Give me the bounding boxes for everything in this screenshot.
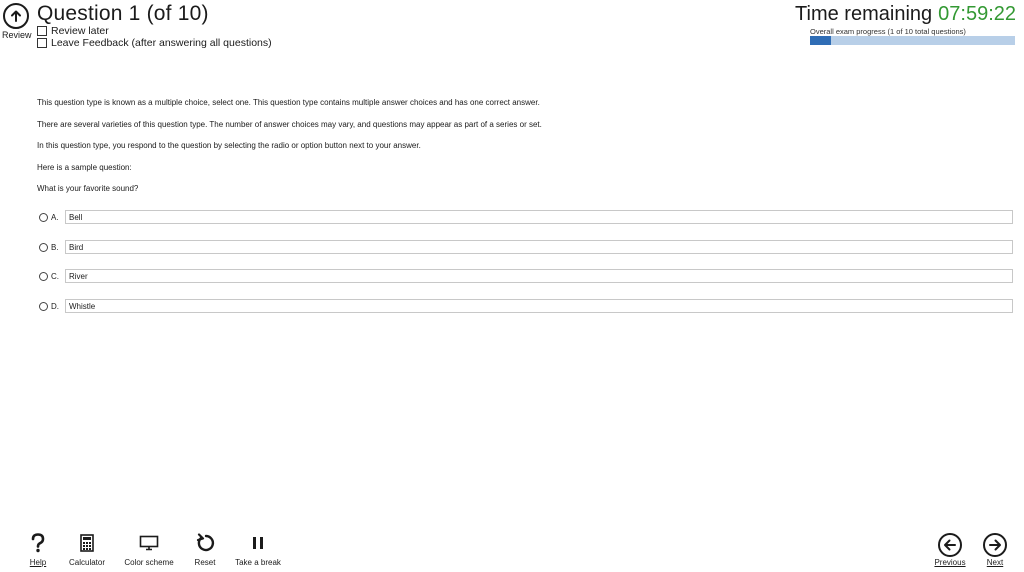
question-paragraph: In this question type, you respond to th… xyxy=(37,141,421,150)
answer-option-c[interactable]: C. River xyxy=(39,268,1013,284)
option-text[interactable]: Bird xyxy=(65,240,1013,254)
option-text[interactable]: Whistle xyxy=(65,299,1013,313)
question-paragraph: There are several varieties of this ques… xyxy=(37,119,542,129)
next-arrow-icon xyxy=(983,533,1007,557)
review-later-label: Review later xyxy=(51,25,109,37)
radio-button[interactable] xyxy=(39,242,48,252)
option-letter: A. xyxy=(51,212,59,222)
previous-label: Previous xyxy=(934,558,966,567)
previous-arrow-icon xyxy=(938,533,962,557)
question-paragraph: This question type is known as a multipl… xyxy=(37,98,540,107)
help-button[interactable]: Help xyxy=(24,532,52,567)
review-icon xyxy=(3,3,29,29)
question-title: Question 1 (of 10) xyxy=(37,2,209,25)
next-button[interactable]: Next xyxy=(980,532,1010,567)
next-label: Next xyxy=(986,558,1004,567)
option-letter: C. xyxy=(51,271,59,281)
take-a-break-label: Take a break xyxy=(235,558,281,567)
pause-icon xyxy=(232,532,284,554)
radio-button[interactable] xyxy=(39,212,48,222)
time-remaining: Time remaining 07:59:22 xyxy=(795,3,1016,26)
radio-button[interactable] xyxy=(39,301,48,311)
radio-button[interactable] xyxy=(39,271,48,281)
take-a-break-button[interactable]: Take a break xyxy=(232,532,284,567)
progress-fill xyxy=(810,36,831,45)
review-button[interactable]: Review xyxy=(2,3,32,40)
review-label: Review xyxy=(2,30,32,40)
reset-button[interactable]: Reset xyxy=(190,532,220,567)
reset-label: Reset xyxy=(194,558,216,567)
option-letter: D. xyxy=(51,301,59,311)
question-body: This question type is known as a multipl… xyxy=(37,98,1013,206)
review-later-checkbox[interactable]: Review later xyxy=(37,25,109,37)
leave-feedback-checkbox[interactable]: Leave Feedback (after answering all ques… xyxy=(37,37,272,49)
checkbox-box[interactable] xyxy=(37,38,47,48)
option-text[interactable]: Bell xyxy=(65,210,1013,224)
calculator-button[interactable]: Calculator xyxy=(66,532,108,567)
question-prompt: What is your favorite sound? xyxy=(37,184,139,193)
option-text[interactable]: River xyxy=(65,269,1013,283)
reset-icon xyxy=(190,532,220,554)
answer-option-d[interactable]: D. Whistle xyxy=(39,298,1013,314)
checkbox-box[interactable] xyxy=(37,26,47,36)
progress-bar xyxy=(810,36,1015,45)
progress-label: Overall exam progress (1 of 10 total que… xyxy=(810,27,966,36)
calculator-icon xyxy=(66,532,108,554)
previous-button[interactable]: Previous xyxy=(932,532,968,567)
help-label: Help xyxy=(29,558,47,567)
monitor-icon xyxy=(120,532,178,554)
color-scheme-label: Color scheme xyxy=(124,558,174,567)
answer-option-b[interactable]: B. Bird xyxy=(39,239,1013,255)
answer-option-a[interactable]: A. Bell xyxy=(39,209,1013,225)
calculator-label: Calculator xyxy=(68,558,105,567)
time-remaining-label: Time remaining xyxy=(795,3,933,25)
time-remaining-value: 07:59:22 xyxy=(938,3,1016,25)
question-paragraph: Here is a sample question: xyxy=(37,162,132,172)
leave-feedback-label: Leave Feedback (after answering all ques… xyxy=(51,37,272,49)
help-icon xyxy=(24,532,52,554)
option-letter: B. xyxy=(51,242,59,252)
color-scheme-button[interactable]: Color scheme xyxy=(120,532,178,567)
